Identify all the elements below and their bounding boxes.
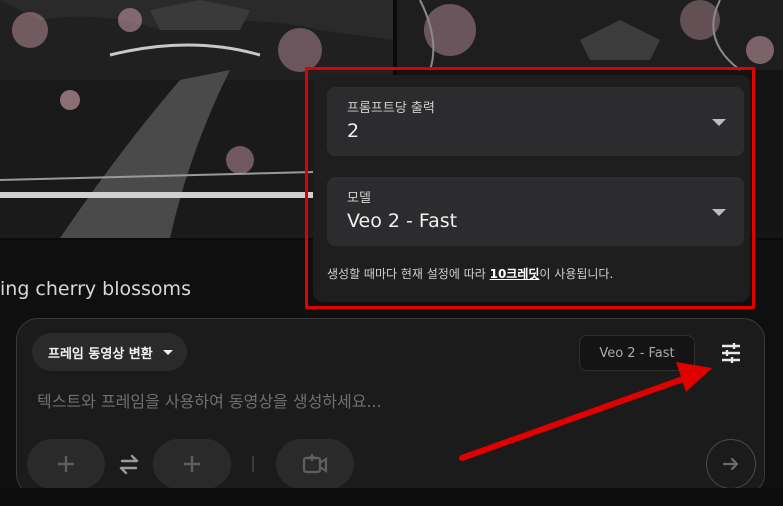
credits-note-suffix: 이 사용됩니다. <box>539 267 614 281</box>
plus-icon <box>58 456 74 472</box>
add-last-frame-button[interactable] <box>153 439 231 489</box>
add-first-frame-button[interactable] <box>27 439 105 489</box>
swap-arrows-icon <box>119 454 139 475</box>
mode-dropdown-button[interactable]: 프레임 동영상 변환 <box>32 333 187 371</box>
model-select[interactable]: 모델 Veo 2 - Fast <box>327 177 744 246</box>
model-value: Veo 2 - Fast <box>347 210 458 232</box>
tune-sliders-icon <box>722 343 740 363</box>
credits-note: 생성할 때마다 현재 설정에 따라 10크레딧이 사용됩니다. <box>327 265 613 282</box>
triangle-down-icon <box>712 119 726 126</box>
outputs-per-prompt-label: 프롬프트당 출력 <box>347 101 435 116</box>
video-add-icon <box>302 454 328 474</box>
model-label: 모델 <box>347 191 371 206</box>
divider <box>252 456 254 472</box>
send-button[interactable] <box>706 439 756 489</box>
bottom-strip <box>0 488 783 506</box>
model-chip[interactable]: Veo 2 - Fast <box>579 335 695 371</box>
swap-frames-button[interactable] <box>114 450 144 478</box>
outputs-per-prompt-value: 2 <box>347 120 360 142</box>
credits-note-prefix: 생성할 때마다 현재 설정에 따라 <box>327 267 490 281</box>
credits-link[interactable]: 10크레딧 <box>490 267 540 281</box>
add-video-button[interactable] <box>276 439 354 489</box>
prompt-composer: 프레임 동영상 변환 Veo 2 - Fast <box>16 318 765 496</box>
caret-down-icon <box>162 349 173 355</box>
settings-popup: 프롬프트당 출력 2 모델 Veo 2 - Fast 생성할 때마다 현재 설정… <box>313 75 750 302</box>
settings-tune-button[interactable] <box>717 339 745 367</box>
outputs-per-prompt-select[interactable]: 프롬프트당 출력 2 <box>327 87 744 156</box>
plus-icon <box>184 456 200 472</box>
prompt-input[interactable] <box>37 387 677 415</box>
arrow-right-icon <box>722 457 739 471</box>
video-caption: ing cherry blossoms <box>0 278 191 300</box>
mode-label: 프레임 동영상 변환 <box>48 346 153 362</box>
triangle-down-icon <box>712 209 726 216</box>
